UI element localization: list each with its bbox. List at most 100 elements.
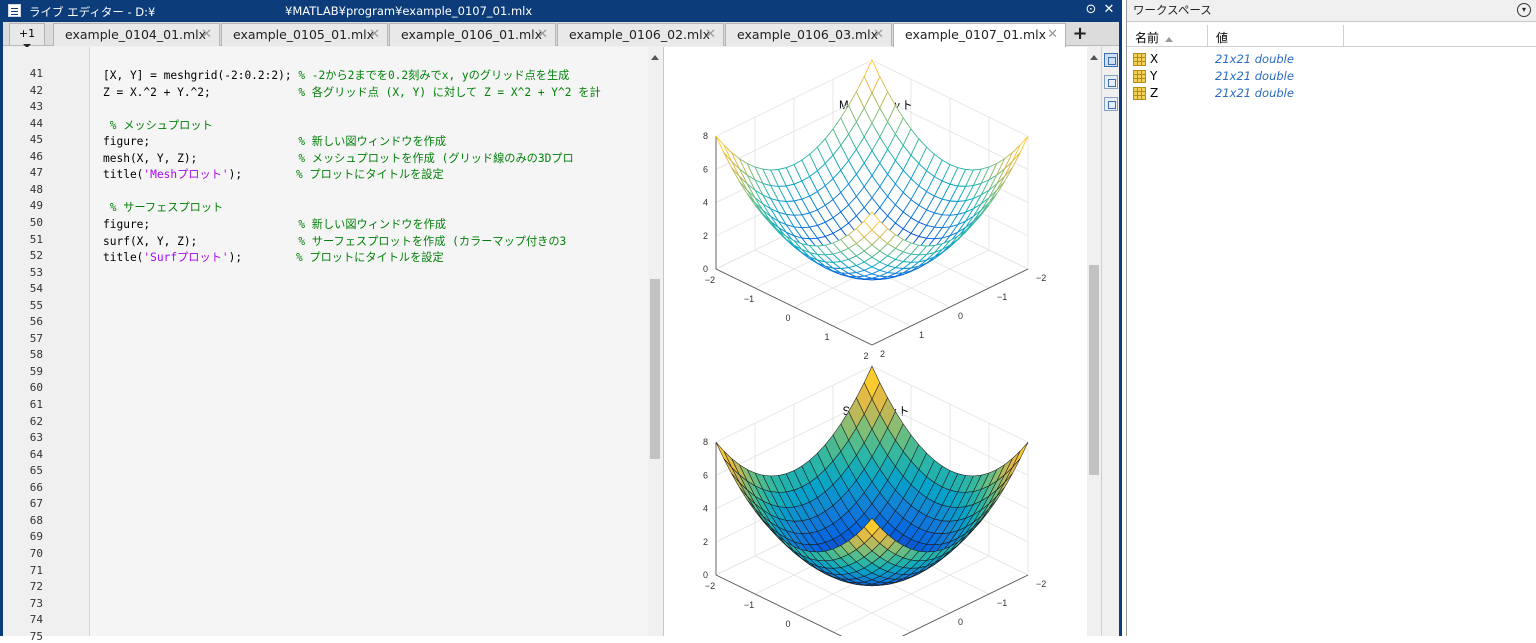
code-line[interactable]: % サーフェスプロット bbox=[103, 199, 224, 215]
scroll-thumb[interactable] bbox=[1089, 265, 1099, 475]
line-number: 53 bbox=[29, 265, 43, 279]
matrix-variable-icon bbox=[1133, 70, 1146, 83]
line-number: 73 bbox=[29, 596, 43, 610]
workspace-title: ワークスペース bbox=[1133, 3, 1212, 17]
output-inline-icon[interactable] bbox=[1104, 75, 1118, 89]
surface-patch bbox=[1011, 135, 1029, 162]
code-comment: % メッシュプロットを作成 (グリッド線のみの3Dプロ bbox=[298, 151, 574, 165]
y-tick-label: −2 bbox=[1036, 579, 1046, 589]
y-tick-label: 2 bbox=[880, 349, 885, 359]
string-literal: 'Surfプロット' bbox=[143, 251, 229, 265]
code-scrollbar[interactable] bbox=[648, 47, 662, 636]
tab-close-icon[interactable]: ✕ bbox=[201, 24, 212, 45]
line-number: 41 bbox=[29, 67, 43, 80]
line-number: 63 bbox=[29, 431, 43, 445]
collapse-panel-icon[interactable]: ⊙ bbox=[1083, 2, 1099, 18]
z-tick-label: 0 bbox=[703, 264, 708, 274]
line-number: 56 bbox=[29, 315, 43, 329]
code-line[interactable]: surf(X, Y, Z); % サーフェスプロットを作成 (カラーマップ付きの… bbox=[103, 233, 566, 249]
code-line[interactable]: figure; % 新しい図ウィンドウを作成 bbox=[103, 216, 446, 232]
output-scrollbar[interactable] bbox=[1087, 47, 1101, 636]
value-column-header[interactable]: 値 bbox=[1216, 29, 1228, 46]
live-editor-icon bbox=[8, 4, 21, 17]
line-number: 59 bbox=[29, 364, 43, 378]
tab-close-icon[interactable]: ✕ bbox=[705, 24, 716, 45]
column-divider[interactable] bbox=[1343, 25, 1344, 47]
tab-close-icon[interactable]: ✕ bbox=[369, 24, 380, 45]
tab-label: example_0104_01.mlx bbox=[65, 27, 207, 42]
code-comment: % プロットにタイトルを設定 bbox=[295, 251, 444, 265]
code-editor[interactable]: [X, Y] = meshgrid(-2:0.2:2); % -2から2までを0… bbox=[89, 47, 662, 636]
code-line[interactable]: [X, Y] = meshgrid(-2:0.2:2); % -2から2までを0… bbox=[103, 67, 569, 83]
tab-example-0107-01[interactable]: example_0107_01.mlx ✕ bbox=[893, 23, 1066, 47]
tab-label: example_0107_01.mlx bbox=[905, 27, 1047, 42]
tab-example-0105-01[interactable]: example_0105_01.mlx ✕ bbox=[221, 23, 388, 46]
column-divider[interactable] bbox=[1207, 25, 1208, 47]
editor-file-path: ¥MATLAB¥program¥example_0107_01.mlx bbox=[285, 4, 533, 18]
workspace-variable-row[interactable]: Z 21x21 double bbox=[1127, 85, 1536, 102]
tab-close-icon[interactable]: ✕ bbox=[1047, 24, 1058, 45]
x-tick-label: 2 bbox=[863, 351, 868, 361]
workspace-titlebar: ワークスペース ▾ bbox=[1127, 0, 1536, 22]
workspace-variable-row[interactable]: X 21x21 double bbox=[1127, 51, 1536, 68]
surface-patch bbox=[715, 442, 732, 468]
line-number: 60 bbox=[29, 381, 43, 395]
code-line[interactable]: title('Meshプロット'); % プロットにタイトルを設定 bbox=[103, 166, 444, 182]
x-tick-label: 0 bbox=[785, 313, 790, 323]
line-number: 71 bbox=[29, 563, 43, 577]
live-editor-panel: ライブ エディター - D:¥ ¥MATLAB¥program¥example_… bbox=[0, 0, 1122, 643]
tab-example-0104-01[interactable]: example_0104_01.mlx ✕ bbox=[53, 23, 220, 46]
add-tab-button[interactable]: + bbox=[1067, 23, 1093, 45]
x-tick-label: −2 bbox=[705, 581, 715, 591]
x-tick-label: −2 bbox=[705, 275, 715, 285]
code-line[interactable]: title('Surfプロット'); % プロットにタイトルを設定 bbox=[103, 249, 444, 265]
code-comment: % 各グリッド点 (X, Y) に対して Z = X^2 + Y^2 を計 bbox=[298, 85, 601, 99]
scroll-thumb[interactable] bbox=[650, 279, 660, 459]
grid-line bbox=[715, 574, 843, 636]
code-line[interactable]: % メッシュプロット bbox=[103, 117, 213, 133]
file-tabs: +1 example_0104_01.mlx ✕ example_0105_01… bbox=[3, 22, 1119, 48]
scroll-up-icon[interactable] bbox=[651, 51, 659, 60]
tab-close-icon[interactable]: ✕ bbox=[873, 24, 884, 45]
code-comment: % メッシュプロット bbox=[109, 118, 213, 132]
code-comment: % サーフェスプロット bbox=[109, 201, 224, 215]
y-tick-label: 1 bbox=[919, 330, 924, 340]
tab-example-0106-03[interactable]: example_0106_03.mlx ✕ bbox=[725, 23, 892, 46]
line-number: 65 bbox=[29, 464, 43, 478]
x-axis-line bbox=[715, 574, 843, 636]
code-line[interactable]: mesh(X, Y, Z); % メッシュプロットを作成 (グリッド線のみの3D… bbox=[103, 150, 574, 166]
close-panel-icon[interactable]: ✕ bbox=[1101, 2, 1117, 18]
hide-code-icon[interactable] bbox=[1104, 97, 1118, 111]
code-comment: % -2から2までを0.2刻みでx, yのグリッド点を生成 bbox=[298, 69, 570, 82]
matrix-variable-icon bbox=[1133, 87, 1146, 100]
line-number: 45 bbox=[29, 133, 43, 147]
variable-value: 21x21 double bbox=[1215, 69, 1294, 83]
output-on-right-icon[interactable] bbox=[1104, 53, 1118, 67]
code-line[interactable]: figure; % 新しい図ウィンドウを作成 bbox=[103, 133, 446, 149]
workspace-variable-row[interactable]: Y 21x21 double bbox=[1127, 68, 1536, 85]
line-number: 50 bbox=[29, 215, 43, 229]
y-tick-label: −1 bbox=[997, 292, 1007, 302]
variable-name: Y bbox=[1150, 69, 1158, 83]
code-comment: % プロットにタイトルを設定 bbox=[295, 168, 444, 182]
line-number: 49 bbox=[29, 199, 43, 213]
tab-label: example_0105_01.mlx bbox=[233, 27, 375, 42]
line-number-gutter: 41 42 43 44 45 46 47 48 49 50 51 52 53 54 55 56 57 58 59 60… bbox=[3, 47, 85, 643]
workspace-menu-icon[interactable]: ▾ bbox=[1517, 3, 1531, 17]
tab-close-icon[interactable]: ✕ bbox=[537, 24, 548, 45]
code-line[interactable]: Z = X.^2 + Y.^2; % 各グリッド点 (X, Y) に対して Z … bbox=[103, 84, 601, 100]
tab-example-0106-01[interactable]: example_0106_01.mlx ✕ bbox=[389, 23, 556, 46]
tab-example-0106-02[interactable]: example_0106_02.mlx ✕ bbox=[557, 23, 724, 46]
tab-list-dropdown[interactable]: +1 bbox=[9, 23, 45, 48]
editor-title: ライブ エディター - D:¥ bbox=[29, 5, 156, 19]
sort-ascending-icon bbox=[1165, 33, 1173, 42]
mesh-plot: Meshプロット02468−2−1012−2−1012 bbox=[703, 59, 1046, 361]
line-number: 57 bbox=[29, 331, 43, 345]
line-number: 67 bbox=[29, 497, 43, 511]
name-column-header[interactable]: 名前 bbox=[1135, 29, 1159, 46]
code-comment: % 新しい図ウィンドウを作成 bbox=[298, 135, 447, 149]
line-number: 58 bbox=[29, 348, 43, 362]
scroll-up-icon[interactable] bbox=[1090, 51, 1098, 60]
line-number: 70 bbox=[29, 546, 43, 560]
line-number: 61 bbox=[29, 398, 43, 411]
